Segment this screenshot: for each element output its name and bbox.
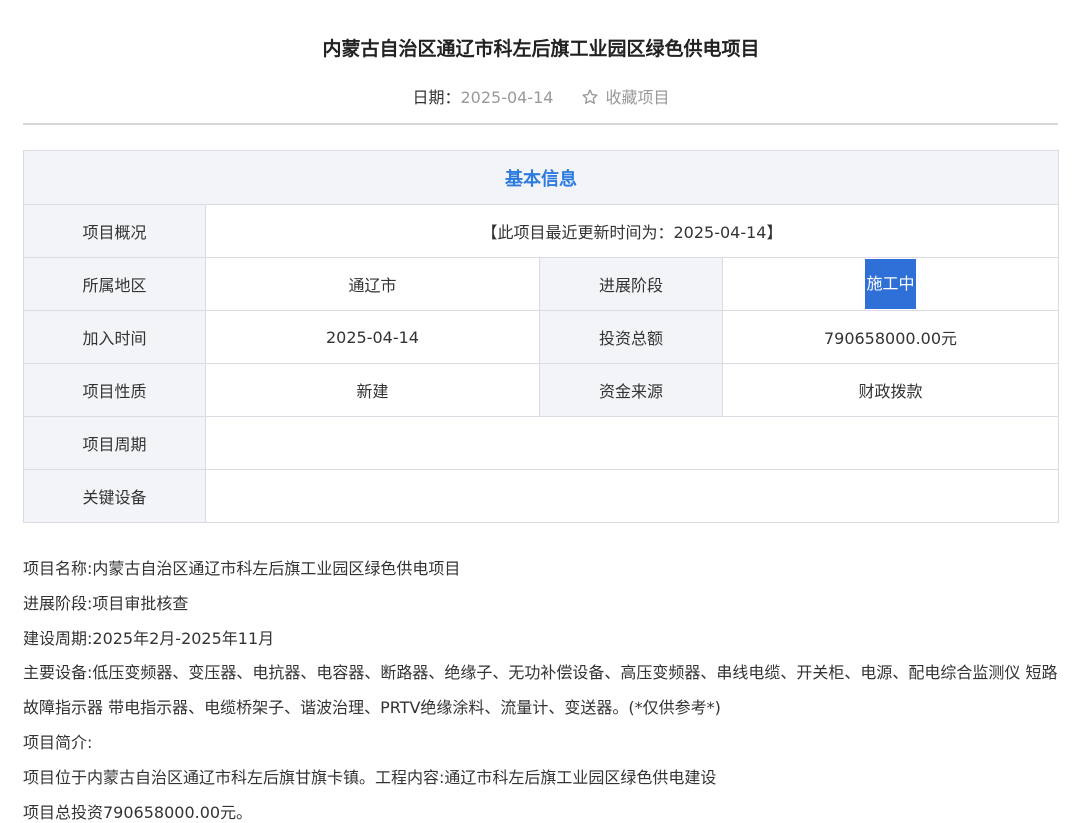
table-row: 项目概况 【此项目最近更新时间为：2025-04-14】 [23, 204, 1059, 258]
joined-value: 2025-04-14 [205, 310, 540, 364]
desc-equipment: 主要设备:低压变频器、变压器、电抗器、电容器、断路器、绝缘子、无功补偿设备、高压… [23, 663, 1058, 718]
equipment-value [205, 469, 1059, 523]
equipment-label: 关键设备 [23, 469, 206, 523]
overview-label: 项目概况 [23, 204, 206, 258]
table-header: 基本信息 [23, 150, 1059, 205]
date-value: 2025-04-14 [460, 88, 554, 107]
favorite-button[interactable]: 收藏项目 [581, 88, 670, 107]
funding-label: 资金来源 [539, 363, 723, 417]
table-row: 项目周期 [23, 416, 1059, 470]
title-divider [23, 123, 1058, 125]
nature-value: 新建 [205, 363, 540, 417]
joined-label: 加入时间 [23, 310, 206, 364]
overview-value: 【此项目最近更新时间为：2025-04-14】 [205, 204, 1059, 258]
table-row: 关键设备 [23, 469, 1059, 523]
table-row: 所属地区 通辽市 进展阶段 施工中 [23, 257, 1059, 311]
project-description: 项目名称:内蒙古自治区通辽市科左后旗工业园区绿色供电项目 进展阶段:项目审批核查… [23, 552, 1058, 823]
desc-intro-label: 项目简介: [23, 732, 93, 752]
cycle-label: 项目周期 [23, 416, 206, 470]
meta-row: 日期：2025-04-14 收藏项目 [0, 85, 1082, 111]
cycle-value [205, 416, 1059, 470]
stage-cell: 施工中 [722, 257, 1059, 311]
page-title: 内蒙古自治区通辽市科左后旗工业园区绿色供电项目 [322, 38, 760, 60]
table-row: 项目性质 新建 资金来源 财政拨款 [23, 363, 1059, 417]
desc-stage: 进展阶段:项目审批核查 [23, 593, 189, 613]
stage-label: 进展阶段 [539, 257, 723, 311]
basic-info-table: 基本信息 项目概况 【此项目最近更新时间为：2025-04-14】 所属地区 通… [23, 150, 1059, 523]
desc-location: 项目位于内蒙古自治区通辽市科左后旗甘旗卡镇。工程内容:通辽市科左后旗工业园区绿色… [23, 767, 717, 787]
star-outline-icon [582, 89, 599, 104]
region-label: 所属地区 [23, 257, 206, 311]
desc-name: 项目名称:内蒙古自治区通辽市科左后旗工业园区绿色供电项目 [23, 559, 461, 578]
favorite-label: 收藏项目 [605, 88, 670, 107]
table-row: 加入时间 2025-04-14 投资总额 790658000.00元 [23, 310, 1059, 364]
stage-value: 施工中 [865, 259, 916, 309]
desc-total: 项目总投资790658000.00元。 [23, 802, 253, 822]
region-value: 通辽市 [205, 257, 540, 311]
project-detail-page: 内蒙古自治区通辽市科左后旗工业园区绿色供电项目 日期：2025-04-14 收藏项… [0, 0, 1082, 823]
investment-label: 投资总额 [539, 310, 723, 364]
investment-value: 790658000.00元 [722, 310, 1059, 364]
table-header-row: 基本信息 [23, 150, 1059, 205]
funding-value: 财政拨款 [722, 363, 1059, 417]
date-label: 日期： [412, 88, 461, 107]
desc-period: 建设周期:2025年2月-2025年11月 [23, 628, 275, 648]
nature-label: 项目性质 [23, 363, 206, 417]
